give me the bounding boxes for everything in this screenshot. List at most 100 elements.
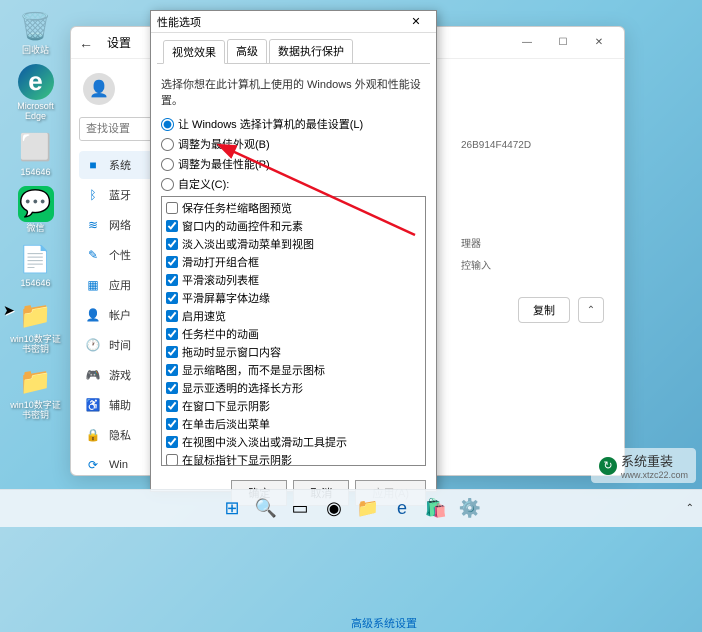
desktop-icon-edge[interactable]: e Microsoft Edge: [8, 64, 63, 122]
minimize-button[interactable]: —: [510, 31, 544, 55]
dialog-description: 选择你想在此计算机上使用的 Windows 外观和性能设置。: [161, 76, 426, 108]
checkbox-input[interactable]: [166, 454, 178, 466]
checkbox-label: 平滑屏幕字体边缘: [182, 290, 270, 306]
folder-icon: 📁: [18, 297, 54, 333]
edge-icon: e: [18, 64, 54, 100]
settings-taskbar-button[interactable]: ⚙️: [456, 495, 484, 523]
checkbox-input[interactable]: [166, 346, 178, 358]
check-option-13[interactable]: 在视图中淡入淡出或滑动工具提示: [166, 433, 421, 451]
checkbox-label: 在单击后淡出菜单: [182, 416, 270, 432]
radio-label: 自定义(C):: [178, 176, 229, 192]
desktop-icon-recycle-bin[interactable]: 🗑️ 回收站: [8, 8, 63, 56]
checkbox-label: 窗口内的动画控件和元素: [182, 218, 303, 234]
radio-input[interactable]: [161, 158, 174, 171]
copy-button[interactable]: 复制: [518, 297, 570, 323]
file-explorer-button[interactable]: 📁: [354, 495, 382, 523]
checkbox-label: 启用速览: [182, 308, 226, 324]
advanced-system-link[interactable]: 高级系统设置: [351, 615, 417, 631]
radio-input[interactable]: [161, 138, 174, 151]
effects-list[interactable]: 保存任务栏缩略图预览窗口内的动画控件和元素淡入淡出或滑动菜单到视图滑动打开组合框…: [161, 196, 426, 466]
tray-chevron-icon[interactable]: ⌃: [686, 503, 694, 514]
nav-icon: 👤: [85, 307, 101, 323]
checkbox-input[interactable]: [166, 418, 178, 430]
tab-advanced[interactable]: 高级: [227, 39, 267, 63]
widgets-button[interactable]: ◉: [320, 495, 348, 523]
task-view-button[interactable]: ▭: [286, 495, 314, 523]
tab-dep[interactable]: 数据执行保护: [269, 39, 353, 63]
watermark-logo-icon: ↻: [599, 457, 617, 475]
checkbox-input[interactable]: [166, 310, 178, 322]
check-option-0[interactable]: 保存任务栏缩略图预览: [166, 199, 421, 217]
check-option-9[interactable]: 显示缩略图，而不是显示图标: [166, 361, 421, 379]
desktop-icon-file-1[interactable]: ⬜ 154646: [8, 130, 63, 178]
expand-button[interactable]: ⌃: [578, 297, 604, 323]
search-button[interactable]: 🔍: [252, 495, 280, 523]
nav-icon: ▦: [85, 277, 101, 293]
nav-label: 应用: [109, 277, 131, 293]
checkbox-input[interactable]: [166, 400, 178, 412]
radio-input[interactable]: [161, 178, 174, 191]
checkbox-label: 平滑滚动列表框: [182, 272, 259, 288]
close-button[interactable]: ✕: [402, 13, 430, 31]
check-option-1[interactable]: 窗口内的动画控件和元素: [166, 217, 421, 235]
radio-option-0[interactable]: 让 Windows 选择计算机的最佳设置(L): [161, 116, 426, 132]
checkbox-input[interactable]: [166, 202, 178, 214]
checkbox-label: 在窗口下显示阴影: [182, 398, 270, 414]
check-option-14[interactable]: 在鼠标指针下显示阴影: [166, 451, 421, 466]
check-option-12[interactable]: 在单击后淡出菜单: [166, 415, 421, 433]
radio-label: 调整为最佳性能(P): [178, 156, 270, 172]
dialog-tabs: 视觉效果 高级 数据执行保护: [157, 35, 430, 64]
desktop-label: 微信: [26, 224, 44, 234]
start-button[interactable]: ⊞: [218, 495, 246, 523]
checkbox-input[interactable]: [166, 364, 178, 376]
radio-option-2[interactable]: 调整为最佳性能(P): [161, 156, 426, 172]
check-option-3[interactable]: 滑动打开组合框: [166, 253, 421, 271]
desktop-icons: 🗑️ 回收站 e Microsoft Edge ⬜ 154646 💬 微信 📄 …: [8, 8, 63, 429]
checkbox-label: 显示亚透明的选择长方形: [182, 380, 303, 396]
tab-visual-effects[interactable]: 视觉效果: [163, 40, 225, 64]
checkbox-label: 在鼠标指针下显示阴影: [182, 452, 292, 466]
desktop-icon-folder-2[interactable]: 📁 win10数字证书密钥: [8, 363, 63, 421]
recycle-bin-icon: 🗑️: [18, 8, 54, 44]
checkbox-input[interactable]: [166, 238, 178, 250]
checkbox-input[interactable]: [166, 328, 178, 340]
checkbox-input[interactable]: [166, 382, 178, 394]
checkbox-input[interactable]: [166, 292, 178, 304]
check-option-10[interactable]: 显示亚透明的选择长方形: [166, 379, 421, 397]
system-tray[interactable]: ⌃: [686, 503, 694, 514]
avatar-icon: 👤: [83, 73, 115, 105]
back-button[interactable]: ←: [79, 35, 99, 51]
wechat-icon: 💬: [18, 186, 54, 222]
checkbox-input[interactable]: [166, 274, 178, 286]
edge-button[interactable]: e: [388, 495, 416, 523]
checkbox-input[interactable]: [166, 220, 178, 232]
desktop-icon-wechat[interactable]: 💬 微信: [8, 186, 63, 234]
check-option-11[interactable]: 在窗口下显示阴影: [166, 397, 421, 415]
desktop-icon-folder-1[interactable]: 📁 win10数字证书密钥: [8, 297, 63, 355]
check-option-2[interactable]: 淡入淡出或滑动菜单到视图: [166, 235, 421, 253]
store-button[interactable]: 🛍️: [422, 495, 450, 523]
radio-input[interactable]: [161, 118, 174, 131]
nav-label: 游戏: [109, 367, 131, 383]
checkbox-input[interactable]: [166, 256, 178, 268]
radio-option-1[interactable]: 调整为最佳外观(B): [161, 136, 426, 152]
maximize-button[interactable]: ☐: [546, 31, 580, 55]
nav-icon: ≋: [85, 217, 101, 233]
desktop-label: 154646: [20, 168, 50, 178]
nav-icon: 🔒: [85, 427, 101, 443]
nav-label: 系统: [109, 157, 131, 173]
pen-label: 控输入: [461, 257, 491, 272]
cpu-label: 理器: [461, 235, 481, 250]
check-option-4[interactable]: 平滑滚动列表框: [166, 271, 421, 289]
checkbox-input[interactable]: [166, 436, 178, 448]
radio-option-3[interactable]: 自定义(C):: [161, 176, 426, 192]
nav-label: 个性: [109, 247, 131, 263]
checkbox-label: 任务栏中的动画: [182, 326, 259, 342]
checkbox-label: 显示缩略图，而不是显示图标: [182, 362, 325, 378]
check-option-5[interactable]: 平滑屏幕字体边缘: [166, 289, 421, 307]
check-option-8[interactable]: 拖动时显示窗口内容: [166, 343, 421, 361]
check-option-6[interactable]: 启用速览: [166, 307, 421, 325]
close-button[interactable]: ✕: [582, 31, 616, 55]
check-option-7[interactable]: 任务栏中的动画: [166, 325, 421, 343]
desktop-icon-file-2[interactable]: 📄 154646: [8, 241, 63, 289]
